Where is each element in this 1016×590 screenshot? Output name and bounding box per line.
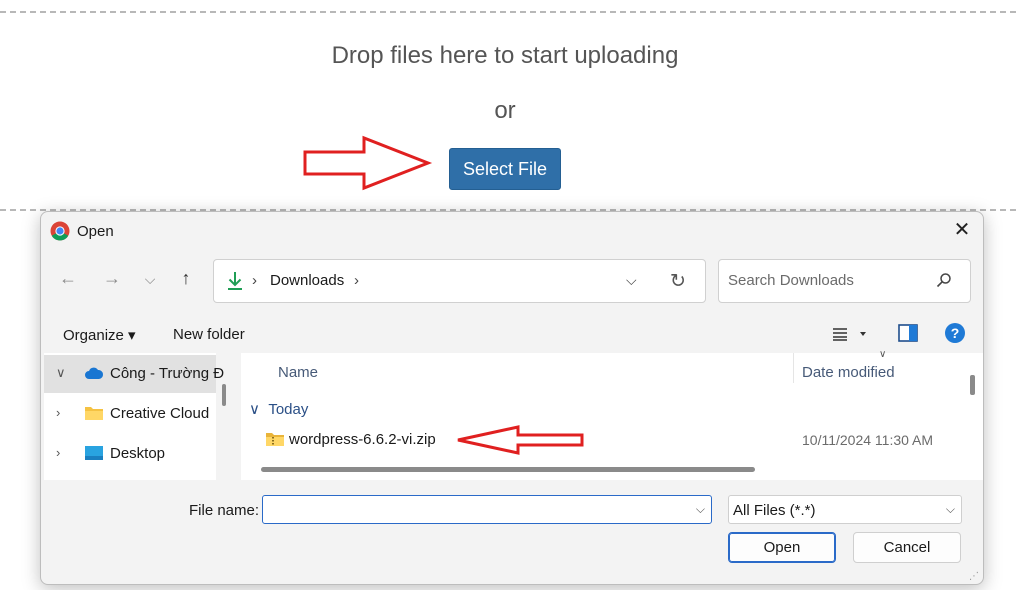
sort-chevron-down-icon: ∨ [879, 349, 887, 360]
column-header-name[interactable]: Name [278, 364, 318, 381]
forward-arrow-icon[interactable]: → [100, 268, 124, 289]
nav-item-label: Creative Cloud [110, 405, 210, 422]
preview-pane-icon[interactable] [898, 324, 918, 342]
nav-item-label: Desktop [110, 445, 166, 462]
file-type-chevron-down-icon: ⌵ [945, 502, 955, 516]
address-bar[interactable]: › Downloads › ⌵ ↻ [213, 259, 706, 303]
nav-pane-scrollbar[interactable] [222, 384, 226, 406]
nav-item-label: Công - Trường Đ [110, 365, 225, 382]
breadcrumb-downloads[interactable]: Downloads [270, 272, 344, 289]
downloads-icon [228, 272, 242, 290]
back-arrow-icon[interactable]: ← [56, 268, 80, 289]
file-type-value: All Files (*.*) [733, 502, 816, 519]
organize-menu-button[interactable]: Organize ▾ [63, 326, 136, 344]
nav-item-desktop[interactable]: › Desktop [44, 435, 216, 473]
resize-grip-icon[interactable]: ⋰ [969, 571, 979, 582]
select-file-button[interactable]: Select File [449, 148, 561, 190]
search-input[interactable] [728, 272, 928, 289]
or-separator-text: or [494, 97, 516, 124]
new-folder-button[interactable]: New folder [173, 326, 245, 343]
file-name-label: File name: [189, 502, 260, 519]
nav-item-creative-cloud[interactable]: › Creative Cloud [44, 395, 216, 433]
horizontal-scrollbar[interactable] [261, 467, 755, 472]
help-icon[interactable]: ? [944, 322, 966, 344]
expand-chevron-right-icon[interactable]: › [56, 445, 60, 460]
file-row[interactable]: wordpress-6.6.2-vi.zip 10/11/2024 11:30 … [241, 425, 961, 455]
breadcrumb-trailing-separator-icon[interactable]: › [354, 272, 359, 289]
close-icon[interactable]: ✕ [951, 219, 973, 241]
drop-instructions: Drop files here to start uploading [331, 42, 679, 69]
up-arrow-icon[interactable]: ↑ [174, 268, 198, 289]
desktop-icon [85, 446, 103, 460]
group-header-today[interactable]: ∨ Today [249, 400, 308, 418]
search-box[interactable] [718, 259, 971, 303]
file-date-modified: 10/11/2024 11:30 AM [802, 432, 934, 448]
folder-icon [85, 407, 103, 420]
file-name: wordpress-6.6.2-vi.zip [289, 431, 436, 448]
file-type-select[interactable]: All Files (*.*) ⌵ [728, 495, 962, 524]
breadcrumb-separator-icon: › [252, 272, 257, 289]
open-button[interactable]: Open [728, 532, 836, 563]
file-list: Name ∨ Date modified ∨ Today wordpress-6… [241, 349, 983, 480]
file-name-field[interactable]: ⌵ [262, 495, 712, 524]
column-divider[interactable] [793, 353, 794, 383]
group-collapse-chevron-icon: ∨ [249, 401, 269, 418]
file-name-input[interactable] [269, 501, 689, 518]
view-menu-icon[interactable] [832, 327, 868, 341]
annotation-arrow-to-select-file [303, 135, 433, 191]
dropzone-top-border [0, 11, 1016, 13]
svg-text:?: ? [951, 325, 960, 341]
refresh-icon[interactable]: ↻ [670, 270, 686, 293]
cancel-button[interactable]: Cancel [853, 532, 961, 563]
zip-folder-icon [266, 433, 284, 446]
onedrive-icon [85, 367, 104, 379]
file-name-chevron-down-icon[interactable]: ⌵ [696, 502, 705, 517]
expand-chevron-down-icon[interactable]: ∨ [56, 365, 66, 381]
address-history-chevron-down-icon[interactable]: ⌵ [626, 272, 637, 289]
nav-item-onedrive[interactable]: ∨ Công - Trường Đ [44, 355, 224, 393]
vertical-scrollbar[interactable] [970, 375, 975, 395]
expand-chevron-right-icon[interactable]: › [56, 405, 60, 420]
recent-locations-chevron-down-icon[interactable]: ⌵ [138, 271, 162, 288]
column-header-date-modified[interactable]: Date modified [802, 364, 895, 381]
search-icon [936, 273, 951, 288]
navigation-pane: ∨ Công - Trường Đ › Creative Cloud › Des… [44, 353, 224, 480]
dialog-title: Open [77, 223, 114, 240]
group-label: Today [268, 401, 309, 418]
dialog-titlebar: Open ✕ [41, 212, 983, 250]
annotation-arrow-to-zip-file [457, 425, 584, 455]
chrome-icon [50, 221, 70, 241]
open-file-dialog: Open ✕ ← → ⌵ ↑ › Downloads › ⌵ ↻ Organiz… [40, 211, 984, 585]
